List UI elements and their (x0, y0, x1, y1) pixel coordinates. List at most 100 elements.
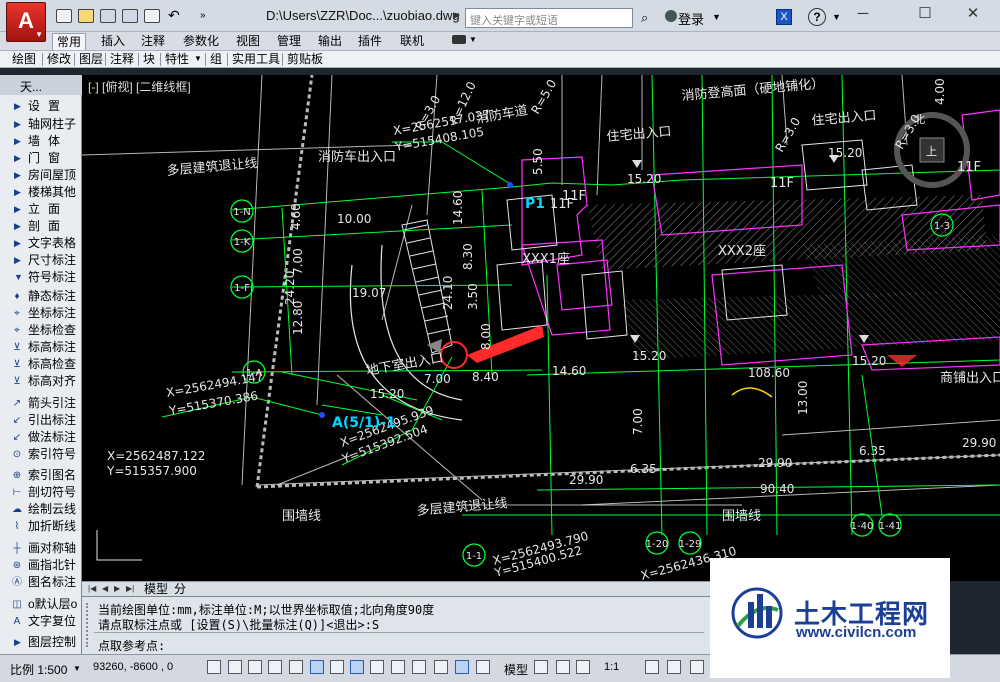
last-tab-icon[interactable]: ▶| (126, 584, 134, 593)
palette-item[interactable]: ▶ 立面 (0, 201, 82, 218)
palette-item[interactable]: ▶ 轴网柱子 (0, 116, 82, 133)
palette-item[interactable]: ⊢ 剖切符号 (0, 484, 82, 501)
palette-item[interactable]: ▶ 文字表格 (0, 235, 82, 252)
viewport-controls[interactable]: [-] [俯视] [二维线框] (88, 78, 191, 95)
palette-item[interactable]: ▶ 尺寸标注 (0, 252, 82, 269)
status-toggle-icon[interactable] (434, 660, 448, 674)
maximize-button[interactable]: ☐ (910, 4, 940, 24)
help-button[interactable]: ? (808, 8, 826, 26)
tab-output[interactable]: 输出 (314, 33, 346, 50)
tab-layout[interactable]: 分 (174, 582, 186, 596)
save-as-icon[interactable] (122, 9, 138, 23)
search-expand-icon[interactable]: ▶ (453, 10, 460, 21)
palette-item[interactable]: ⊻ 标高对齐 (0, 373, 82, 390)
user-icon[interactable] (665, 10, 677, 22)
tab-view[interactable]: 视图 (232, 33, 264, 50)
panel-utilities[interactable]: 实用工具 (232, 52, 280, 67)
binoculars-icon[interactable]: ⌕ (641, 10, 648, 26)
status-toggle-icon[interactable] (248, 660, 262, 674)
status-toggle-icon[interactable] (556, 660, 570, 674)
palette-item[interactable]: ▶ 墙体 (0, 133, 82, 150)
close-button[interactable]: ✕ (958, 4, 988, 24)
palette-item[interactable]: ▶ 房间屋顶 (0, 167, 82, 184)
status-toggle-icon[interactable] (534, 660, 548, 674)
palette-item[interactable]: ↙ 做法标注 (0, 429, 82, 446)
save-icon[interactable] (100, 9, 116, 23)
help-dropdown-icon[interactable]: ▼ (832, 12, 841, 22)
status-toggle-icon[interactable] (455, 660, 469, 674)
next-tab-icon[interactable]: ▶ (114, 584, 120, 593)
palette-title[interactable]: 天... (0, 75, 82, 95)
panel-modify[interactable]: 修改 (47, 52, 71, 67)
status-toggle-icon[interactable] (690, 660, 704, 674)
first-tab-icon[interactable]: |◀ (88, 584, 96, 593)
palette-item[interactable]: ▶ 楼梯其他 (0, 184, 82, 201)
panel-clipboard[interactable]: 剪贴板 (287, 52, 323, 67)
ribbon-toggle-icon[interactable] (452, 35, 466, 44)
prev-tab-icon[interactable]: ◀ (102, 584, 108, 593)
status-toggle-icon[interactable] (667, 660, 681, 674)
panel-groups[interactable]: 组 (210, 52, 222, 67)
undo-icon[interactable]: ↶ (168, 8, 184, 23)
panel-block[interactable]: 块 (143, 52, 155, 67)
status-toggle-icon[interactable] (289, 660, 303, 674)
status-toggle-icon[interactable] (228, 660, 242, 674)
status-toggle-icon[interactable] (350, 660, 364, 674)
print-icon[interactable] (144, 9, 160, 23)
new-file-icon[interactable] (56, 9, 72, 23)
palette-item[interactable]: ⌖ 坐标检查 (0, 322, 82, 339)
palette-item[interactable]: ▶ 剖面 (0, 218, 82, 235)
palette-item[interactable]: ↗ 箭头引注 (0, 395, 82, 412)
search-input[interactable]: 键入关键字或短语 (465, 8, 633, 28)
scale-dropdown-icon[interactable]: ▼ (73, 664, 81, 673)
status-toggle-icon[interactable] (476, 660, 490, 674)
palette-item[interactable]: ▼ 符号标注 (0, 269, 82, 286)
status-toggle-icon[interactable] (370, 660, 384, 674)
scale-selector[interactable]: 比例 1:500 (10, 661, 67, 678)
palette-item[interactable]: ⌖ 坐标标注 (0, 305, 82, 322)
panel-annotation[interactable]: 注释 (110, 52, 134, 67)
annotation-scale[interactable]: 1:1 (604, 661, 619, 673)
more-tools-icon[interactable]: » (200, 9, 216, 23)
model-space-button[interactable]: 模型 (504, 661, 528, 678)
status-toggle-icon[interactable] (645, 660, 659, 674)
palette-item[interactable]: ↙ 引出标注 (0, 412, 82, 429)
palette-item[interactable]: ▶ 门窗 (0, 150, 82, 167)
tab-plugins[interactable]: 插件 (354, 33, 386, 50)
app-menu-button[interactable]: A ▼ (6, 2, 46, 42)
command-line[interactable]: 当前绘图单位:mm,标注单位:M;以世界坐标取值;北向角度90度 请点取标注点或… (82, 596, 710, 654)
panel-draw[interactable]: 绘图 (12, 52, 36, 67)
tab-parametric[interactable]: 参数化 (179, 33, 223, 50)
tab-insert[interactable]: 插入 (97, 33, 129, 50)
status-toggle-icon[interactable] (207, 660, 221, 674)
command-grip[interactable] (86, 603, 92, 647)
palette-item[interactable]: ⌇ 加折断线 (0, 518, 82, 535)
palette-item[interactable]: ┼ 画对称轴 (0, 540, 82, 557)
palette-item[interactable]: Ⓐ 图名标注 (0, 574, 82, 591)
palette-item[interactable]: ◫ o默认层o (0, 596, 82, 613)
status-toggle-icon[interactable] (412, 660, 426, 674)
tab-manage[interactable]: 管理 (273, 33, 305, 50)
palette-item[interactable]: ⊛ 画指北针 (0, 557, 82, 574)
palette-item[interactable]: ⊕ 索引图名 (0, 467, 82, 484)
tab-online[interactable]: 联机 (396, 33, 428, 50)
panel-layers[interactable]: 图层 (79, 52, 103, 67)
tab-home[interactable]: 常用 (52, 33, 87, 50)
palette-item[interactable]: ▶ 设置 (0, 98, 82, 115)
command-prompt[interactable]: 点取参考点: (98, 637, 165, 654)
palette-item[interactable]: A 文字复位 (0, 613, 82, 630)
open-file-icon[interactable] (78, 9, 94, 23)
exchange-apps-icon[interactable]: X (776, 9, 792, 25)
palette-item[interactable]: ▶ 图层控制 (0, 634, 82, 651)
palette-item[interactable]: ⊻ 标高检查 (0, 356, 82, 373)
palette-item[interactable]: ⊻ 标高标注 (0, 339, 82, 356)
tab-model[interactable]: 模型 (144, 582, 168, 596)
properties-dropdown-icon[interactable]: ▼ (194, 54, 202, 63)
palette-item[interactable]: ☁ 绘制云线 (0, 501, 82, 518)
status-toggle-icon[interactable] (391, 660, 405, 674)
palette-item[interactable]: ⊙ 索引符号 (0, 446, 82, 463)
drawing-canvas[interactable]: [-] [俯视] [二维线框] 1-N 1-K 1-F 1-A 1-1 1-20 1-29 1… (82, 75, 1000, 581)
minimize-button[interactable]: ─ (848, 4, 878, 24)
status-toggle-icon[interactable] (330, 660, 344, 674)
status-toggle-icon[interactable] (576, 660, 590, 674)
